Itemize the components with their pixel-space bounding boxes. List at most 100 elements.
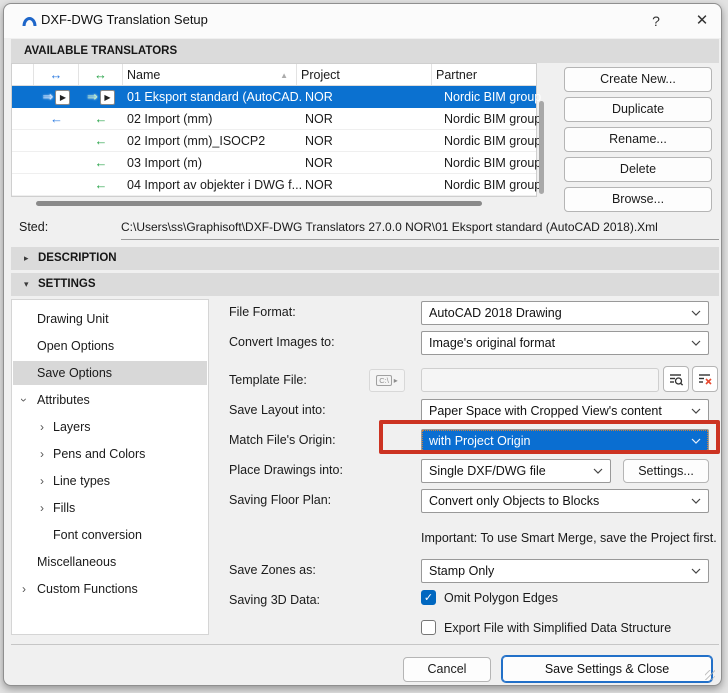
resize-grip[interactable] xyxy=(705,670,715,680)
saving-floor-plan-dropdown[interactable]: Convert only Objects to Blocks xyxy=(421,489,709,513)
list-remove-icon xyxy=(697,371,713,387)
import-arrow-green-icon: ← xyxy=(95,177,108,192)
export-simplified-checkbox[interactable] xyxy=(421,620,436,635)
translator-name: 02 Import (mm) xyxy=(123,112,301,126)
translator-name: 01 Eksport standard (AutoCAD... xyxy=(123,90,301,104)
row-green-direction-cell: ⇒ ▶ xyxy=(79,89,123,105)
saving-floor-plan-value: Convert only Objects to Blocks xyxy=(429,494,599,508)
browse-button[interactable]: Browse... xyxy=(564,187,712,212)
translator-partner: Nordic BIM group xyxy=(440,156,544,170)
duplicate-button[interactable]: Duplicate xyxy=(564,97,712,122)
tree-item-drawing-unit[interactable]: Drawing Unit xyxy=(13,307,207,331)
chevron-down-icon xyxy=(691,438,701,444)
run-translator-button[interactable]: ▶ xyxy=(55,90,70,105)
run-translator-button[interactable]: ▶ xyxy=(100,90,115,105)
tree-collapsed-chevron-icon[interactable]: › xyxy=(40,415,44,439)
tree-item-save-options[interactable]: Save Options xyxy=(13,361,207,385)
tree-collapsed-chevron-icon[interactable]: › xyxy=(40,442,44,466)
template-browse-button[interactable] xyxy=(663,366,689,392)
header-spacer-cell xyxy=(12,64,34,85)
convert-images-value: Image's original format xyxy=(429,336,555,350)
match-origin-label: Match File's Origin: xyxy=(229,433,336,447)
expanded-triangle-icon: ▾ xyxy=(24,273,29,296)
translator-name: 03 Import (m) xyxy=(123,156,301,170)
translator-project: NOR xyxy=(301,178,440,192)
table-row[interactable]: ← 04 Import av objekter i DWG f... NOR N… xyxy=(12,174,536,196)
export-arrow-blue-icon: ⇒ xyxy=(43,89,54,105)
tree-item-label: Open Options xyxy=(37,334,114,358)
table-row-selected[interactable]: ⇒ ▶ ⇒ ▶ 01 Eksport standard (AutoCAD... … xyxy=(12,86,536,108)
translators-table: ↔ ↔ Name ▲ Project Partner ⇒ ▶ ⇒ ▶ 01 Ek… xyxy=(11,63,537,197)
tree-expanded-chevron-icon[interactable]: › xyxy=(12,398,36,402)
save-layout-value: Paper Space with Cropped View's content xyxy=(429,404,662,418)
save-zones-dropdown[interactable]: Stamp Only xyxy=(421,559,709,583)
create-new-button[interactable]: Create New... xyxy=(564,67,712,92)
tree-item-fills[interactable]: › Fills xyxy=(13,496,207,520)
omit-polygon-edges-checkbox[interactable]: ✓ xyxy=(421,590,436,605)
tree-item-pens-and-colors[interactable]: › Pens and Colors xyxy=(13,442,207,466)
match-origin-dropdown[interactable]: with Project Origin xyxy=(421,429,709,453)
file-format-dropdown[interactable]: AutoCAD 2018 Drawing xyxy=(421,301,709,325)
template-file-source-button[interactable]: C:\ ▸ xyxy=(369,369,405,392)
cancel-button[interactable]: Cancel xyxy=(403,657,491,682)
translator-name: 04 Import av objekter i DWG f... xyxy=(123,178,301,192)
tree-item-label: Fills xyxy=(53,496,75,520)
settings-section-header[interactable]: ▾ SETTINGS xyxy=(11,273,719,296)
tree-item-custom-functions[interactable]: › Custom Functions xyxy=(13,577,207,601)
tree-item-label: Font conversion xyxy=(53,523,142,547)
tree-item-label: Attributes xyxy=(37,388,90,412)
rename-button[interactable]: Rename... xyxy=(564,127,712,152)
table-row[interactable]: ← 03 Import (m) NOR Nordic BIM group xyxy=(12,152,536,174)
header-project-column[interactable]: Project xyxy=(297,64,432,85)
name-column-label: Name xyxy=(127,68,160,82)
header-export-import-green[interactable]: ↔ xyxy=(79,64,123,85)
dxf-dwg-translation-setup-dialog: DXF-DWG Translation Setup ? ✕ AVAILABLE … xyxy=(3,3,722,686)
place-drawings-dropdown[interactable]: Single DXF/DWG file xyxy=(421,459,611,483)
delete-button[interactable]: Delete xyxy=(564,157,712,182)
tree-item-layers[interactable]: › Layers xyxy=(13,415,207,439)
translator-partner: Nordic BIM group xyxy=(440,178,544,192)
table-row[interactable]: ← ← 02 Import (mm) NOR Nordic BIM group xyxy=(12,108,536,130)
saving-floor-plan-label: Saving Floor Plan: xyxy=(229,493,331,507)
tree-collapsed-chevron-icon[interactable]: › xyxy=(40,496,44,520)
chevron-down-icon xyxy=(691,310,701,316)
tree-item-open-options[interactable]: Open Options xyxy=(13,334,207,358)
table-vertical-scrollbar[interactable] xyxy=(539,101,544,194)
description-section-header[interactable]: ▸ DESCRIPTION xyxy=(11,247,719,270)
save-zones-label: Save Zones as: xyxy=(229,563,316,577)
tree-item-miscellaneous[interactable]: Miscellaneous xyxy=(13,550,207,574)
header-name-column[interactable]: Name ▲ xyxy=(123,64,297,85)
table-horizontal-scrollbar[interactable] xyxy=(36,201,482,206)
translator-partner: Nordic BIM group xyxy=(440,112,544,126)
save-layout-label: Save Layout into: xyxy=(229,403,326,417)
saving-3d-data-label: Saving 3D Data: xyxy=(229,593,320,607)
translator-name: 02 Import (mm)_ISOCP2 xyxy=(123,134,301,148)
import-arrow-green-icon: ← xyxy=(95,133,108,148)
save-settings-close-button[interactable]: Save Settings & Close xyxy=(501,655,713,683)
tree-collapsed-chevron-icon[interactable]: › xyxy=(40,469,44,493)
tree-item-font-conversion[interactable]: Font conversion xyxy=(13,523,207,547)
tree-item-attributes[interactable]: › Attributes xyxy=(13,388,207,412)
collapsed-triangle-icon: ▸ xyxy=(24,247,29,270)
row-blue-direction-cell: ← xyxy=(34,111,79,126)
row-green-direction-cell: ← xyxy=(79,133,123,148)
tree-item-label: Line types xyxy=(53,469,110,493)
template-file-input[interactable] xyxy=(421,368,659,392)
close-button[interactable]: ✕ xyxy=(688,9,716,33)
translator-partner: Nordic BIM group xyxy=(440,90,544,104)
tree-collapsed-chevron-icon[interactable]: › xyxy=(22,577,26,601)
convert-images-dropdown[interactable]: Image's original format xyxy=(421,331,709,355)
both-direction-blue-icon: ↔ xyxy=(50,67,63,82)
tree-item-line-types[interactable]: › Line types xyxy=(13,469,207,493)
template-clear-button[interactable] xyxy=(692,366,718,392)
tree-item-label: Drawing Unit xyxy=(37,307,109,331)
header-export-import-blue[interactable]: ↔ xyxy=(34,64,79,85)
help-button[interactable]: ? xyxy=(642,9,670,33)
sort-ascending-icon: ▲ xyxy=(280,71,288,80)
table-row[interactable]: ← 02 Import (mm)_ISOCP2 NOR Nordic BIM g… xyxy=(12,130,536,152)
title-bar: DXF-DWG Translation Setup ? ✕ xyxy=(4,4,721,38)
header-partner-column[interactable]: Partner xyxy=(432,64,532,85)
place-drawings-settings-button[interactable]: Settings... xyxy=(623,459,709,483)
export-simplified-label: Export File with Simplified Data Structu… xyxy=(444,621,671,635)
save-layout-dropdown[interactable]: Paper Space with Cropped View's content xyxy=(421,399,709,423)
